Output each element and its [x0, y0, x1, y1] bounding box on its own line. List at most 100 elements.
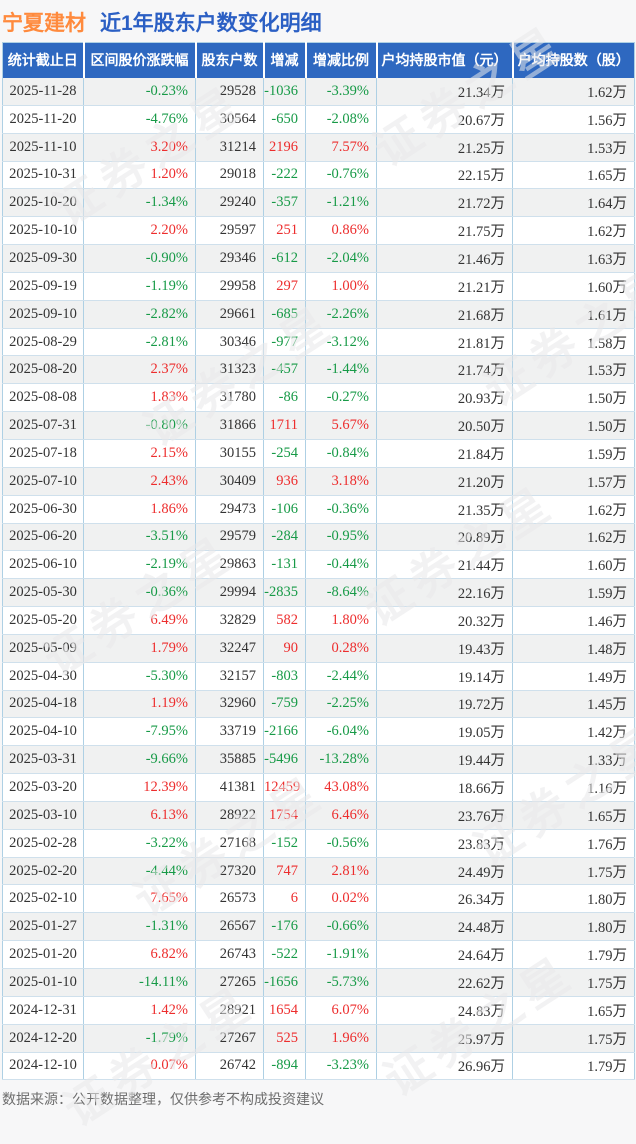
cell-change: 90: [263, 634, 306, 663]
table-row: 2025-02-20 -4.44% 27320 747 2.81% 24.49万 1.75万: [2, 857, 635, 886]
cell-avg-shares: 1.16万: [512, 773, 635, 802]
cell-holder-count: 27320: [195, 857, 264, 886]
cell-change-ratio: -3.12%: [305, 328, 377, 357]
cell-holder-count: 26567: [195, 912, 264, 942]
table-row: 2025-11-10 3.20% 31214 2196 7.57% 21.25万 1.53万: [2, 133, 635, 162]
cell-avg-market-value: 23.76万: [376, 801, 513, 830]
table-row: 2025-06-20 -3.51% 29579 -284 -0.95% 20.89万 1.6…: [2, 523, 635, 552]
header-avg-market-value: 户均持股市值（元）: [376, 42, 514, 78]
cell-change-ratio: 0.28%: [305, 634, 377, 663]
cell-change-ratio: -2.26%: [305, 300, 377, 329]
cell-change-ratio: -8.64%: [305, 578, 377, 608]
table-row: 2025-06-30 1.86% 29473 -106 -0.36% 21.35万 1.62…: [2, 495, 635, 524]
table-row: 2025-06-10 -2.19% 29863 -131 -0.44% 21.44万 1.6…: [2, 550, 635, 580]
cell-change: -2166: [263, 717, 306, 747]
cell-change-ratio: -0.76%: [305, 161, 377, 190]
table-row: 2025-03-20 12.39% 41381 12459 43.08% 18.66万 1.…: [2, 773, 635, 802]
cell-avg-market-value: 22.15万: [376, 161, 513, 190]
cell-date: 2025-09-30: [2, 244, 84, 273]
cell-change-ratio: -3.39%: [305, 77, 377, 106]
cell-date: 2025-02-20: [2, 857, 84, 886]
cell-avg-market-value: 20.32万: [376, 606, 513, 635]
cell-date: 2025-06-20: [2, 523, 84, 552]
header-price-change: 区间股价涨跌幅: [83, 42, 197, 78]
cell-holder-count: 32960: [195, 690, 264, 719]
cell-date: 2025-10-20: [2, 188, 84, 218]
table-row: 2025-05-30 -0.36% 29994 -2835 -8.64% 22.16万 1.…: [2, 578, 635, 608]
cell-avg-shares: 1.76万: [512, 829, 635, 858]
data-source-note: 数据来源：公开数据整理，仅供参考不构成投资建议: [2, 1091, 324, 1108]
cell-avg-market-value: 24.49万: [376, 857, 513, 886]
header-change: 增减: [263, 42, 307, 78]
cell-holder-count: 29346: [195, 244, 264, 273]
cell-date: 2025-10-10: [2, 216, 84, 246]
cell-change-ratio: 43.08%: [305, 773, 377, 802]
cell-date: 2025-04-10: [2, 717, 84, 747]
cell-change-ratio: -6.04%: [305, 717, 377, 747]
cell-avg-shares: 1.62万: [512, 495, 635, 524]
cell-holder-count: 27267: [195, 1024, 264, 1053]
cell-change: -1036: [263, 77, 306, 106]
cell-change: -254: [263, 439, 306, 468]
cell-avg-market-value: 21.74万: [376, 355, 513, 385]
cell-date: 2025-07-10: [2, 467, 84, 496]
cell-date: 2025-06-10: [2, 550, 84, 580]
cell-avg-market-value: 21.81万: [376, 328, 513, 357]
table-row: 2025-03-10 6.13% 28922 1754 6.46% 23.76万 1.65万: [2, 801, 635, 830]
cell-price-change: 1.20%: [83, 161, 196, 190]
cell-avg-shares: 1.60万: [512, 272, 635, 301]
cell-price-change: -14.11%: [83, 968, 196, 997]
cell-price-change: 6.49%: [83, 606, 196, 635]
cell-price-change: -0.36%: [83, 578, 196, 608]
cell-price-change: -4.76%: [83, 105, 196, 134]
cell-avg-shares: 1.63万: [512, 244, 635, 273]
table-row: 2025-07-10 2.43% 30409 936 3.18% 21.20万 1.57万: [2, 467, 635, 496]
table-row: 2025-08-08 1.83% 31780 -86 -0.27% 20.93万 1.50万: [2, 383, 635, 413]
cell-holder-count: 29473: [195, 495, 264, 524]
cell-avg-shares: 1.49万: [512, 662, 635, 691]
cell-date: 2025-03-31: [2, 745, 84, 775]
cell-change: -357: [263, 188, 306, 218]
cell-avg-market-value: 20.93万: [376, 383, 513, 413]
cell-date: 2025-07-18: [2, 439, 84, 468]
page-title: 宁夏建材 近1年股东户数变化明细: [0, 0, 636, 42]
cell-holder-count: 31214: [195, 133, 264, 162]
cell-change-ratio: -0.95%: [305, 523, 377, 552]
cell-avg-market-value: 21.84万: [376, 439, 513, 468]
cell-avg-market-value: 19.14万: [376, 662, 513, 691]
cell-holder-count: 31780: [195, 383, 264, 413]
cell-holder-count: 41381: [195, 773, 264, 802]
table-row: 2025-04-30 -5.30% 32157 -803 -2.44% 19.14万 1.4…: [2, 662, 635, 691]
cell-change: 6: [263, 884, 306, 914]
cell-change: -522: [263, 940, 306, 969]
cell-avg-market-value: 22.62万: [376, 968, 513, 997]
cell-avg-shares: 1.57万: [512, 467, 635, 496]
cell-change-ratio: -0.84%: [305, 439, 377, 468]
cell-change: 1711: [263, 411, 306, 440]
cell-date: 2025-05-20: [2, 606, 84, 635]
cell-date: 2025-03-20: [2, 773, 84, 802]
cell-holder-count: 30564: [195, 105, 264, 134]
cell-change-ratio: 1.96%: [305, 1024, 377, 1053]
cell-avg-shares: 1.75万: [512, 1024, 635, 1053]
cell-avg-market-value: 21.46万: [376, 244, 513, 273]
cell-change-ratio: -3.23%: [305, 1052, 377, 1081]
cell-holder-count: 29958: [195, 272, 264, 301]
cell-change-ratio: -2.08%: [305, 105, 377, 134]
table-row: 2025-05-20 6.49% 32829 582 1.80% 20.32万 1.46万: [2, 606, 635, 635]
cell-change: 1654: [263, 996, 306, 1025]
cell-avg-shares: 1.62万: [512, 523, 635, 552]
cell-change-ratio: 0.86%: [305, 216, 377, 246]
header-change-ratio: 增减比例: [305, 42, 378, 78]
cell-avg-market-value: 21.44万: [376, 550, 513, 580]
cell-avg-market-value: 21.21万: [376, 272, 513, 301]
cell-holder-count: 30409: [195, 467, 264, 496]
cell-avg-shares: 1.53万: [512, 133, 635, 162]
cell-avg-shares: 1.33万: [512, 745, 635, 775]
cell-avg-market-value: 24.64万: [376, 940, 513, 969]
cell-price-change: 7.65%: [83, 884, 196, 914]
cell-price-change: -4.44%: [83, 857, 196, 886]
table-row: 2025-11-20 -4.76% 30564 -650 -2.08% 20.67万 1.5…: [2, 105, 635, 134]
header-date: 统计截止日: [2, 42, 85, 78]
cell-change-ratio: -1.91%: [305, 940, 377, 969]
